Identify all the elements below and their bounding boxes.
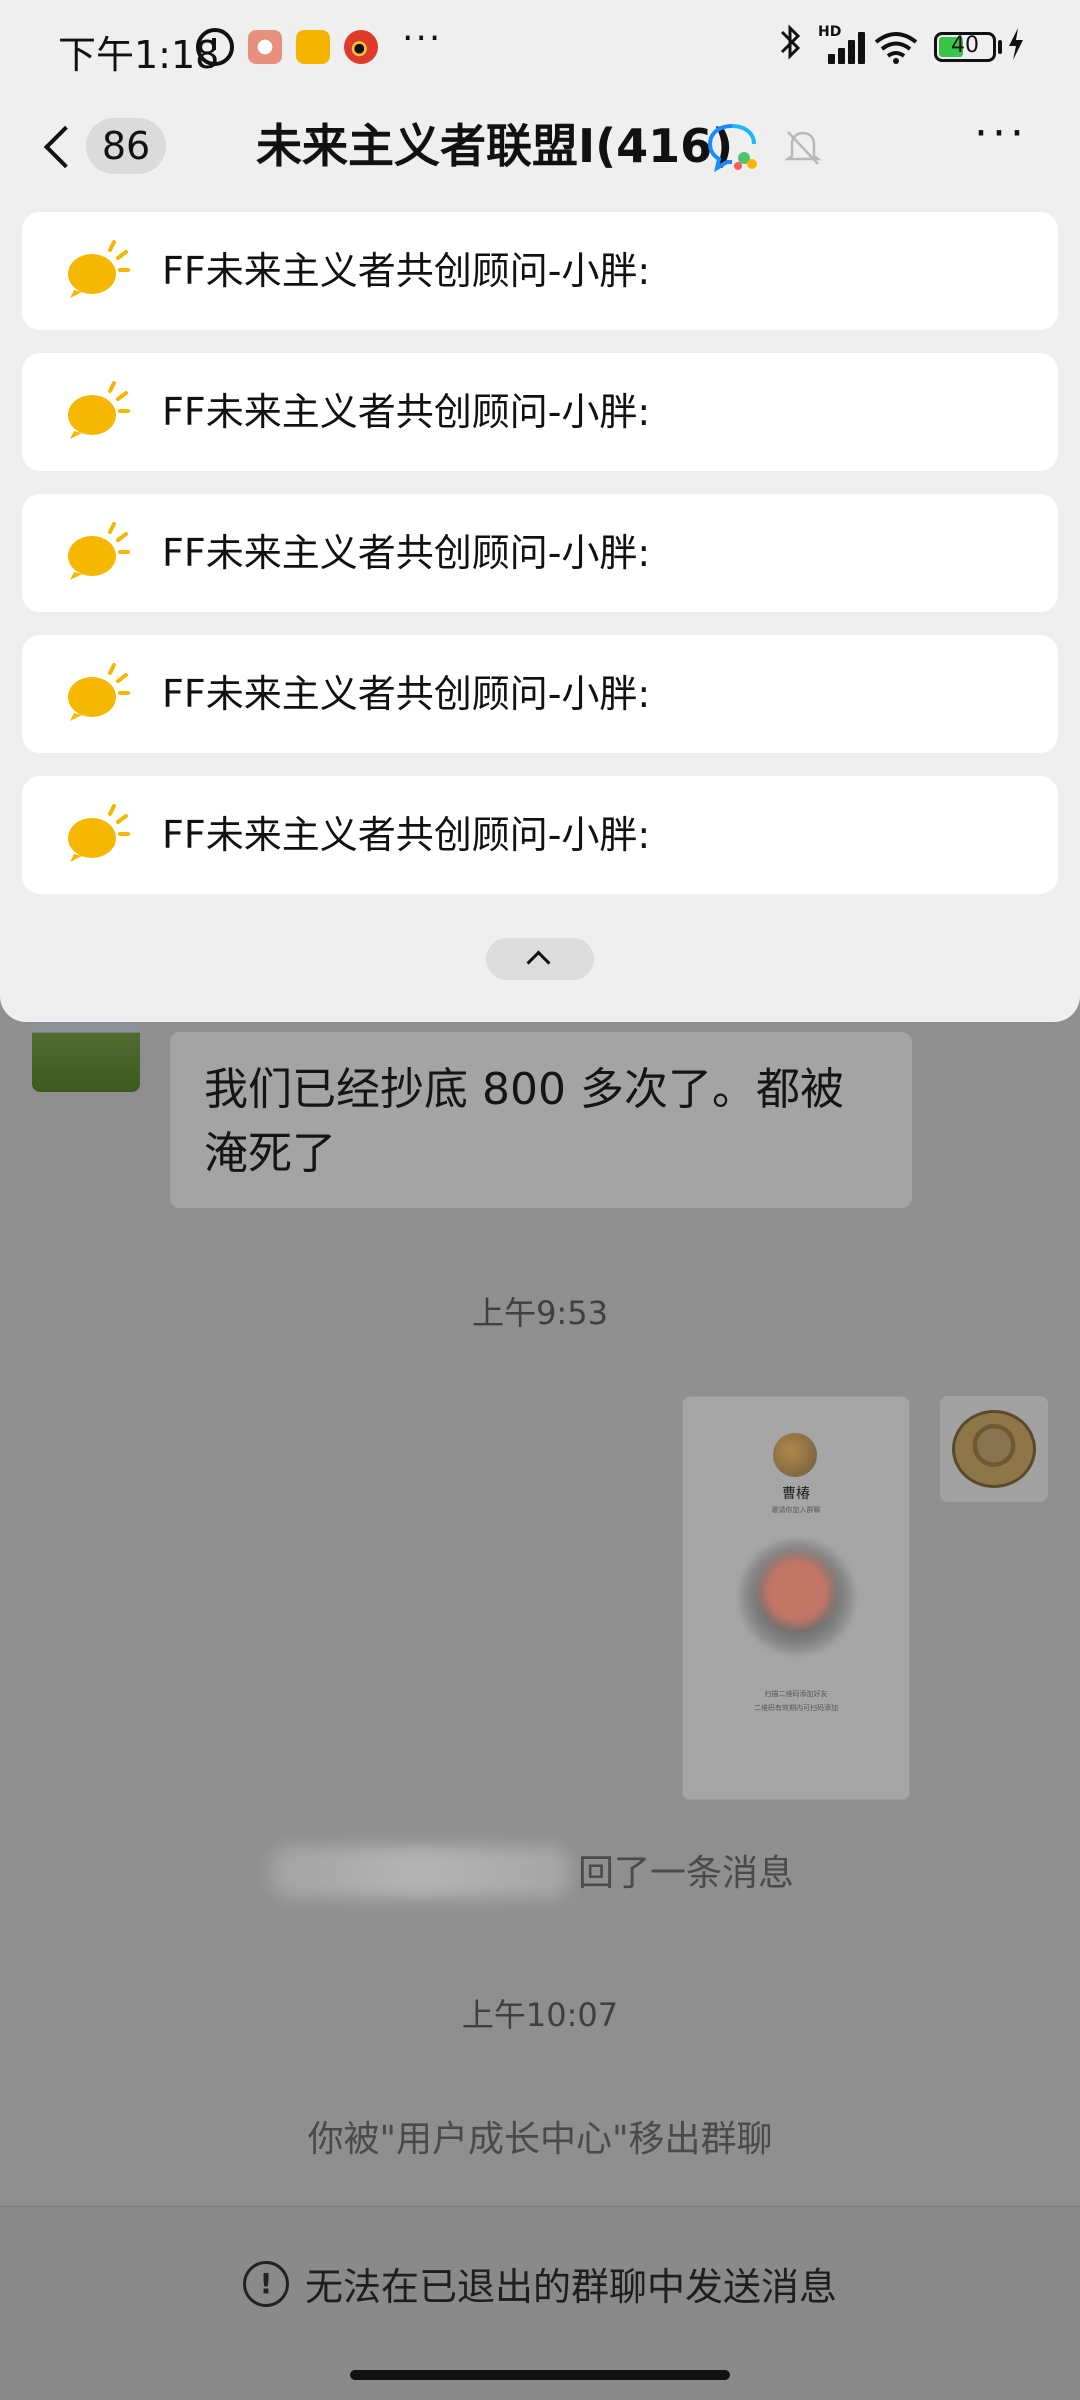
status-time: 下午1:18	[58, 33, 220, 77]
pinned-item[interactable]: FF未来主义者共创顾问-小胖:	[22, 635, 1058, 753]
coin-avatar-image	[952, 1410, 1036, 1488]
unread-count-badge[interactable]: 86	[86, 118, 166, 174]
timestamp: 上午9:53	[472, 1294, 608, 1332]
card-footer-note: 二维码有效期内可扫码添加	[754, 1704, 838, 1712]
pinned-item[interactable]: FF未来主义者共创顾问-小胖:	[22, 776, 1058, 894]
home-indicator[interactable]	[350, 2370, 730, 2380]
qr-code-image	[737, 1537, 857, 1657]
collapse-chevron-up-icon[interactable]	[486, 938, 594, 980]
input-disabled-bar: ! 无法在已退出的群聊中发送消息	[0, 2206, 1080, 2360]
app-icon	[296, 30, 330, 64]
announcement-icon	[64, 663, 130, 723]
blurred-username	[270, 1846, 570, 1898]
bluetooth-icon	[780, 22, 802, 62]
pinned-text: FF未来主义者共创顾问-小胖:	[162, 672, 651, 716]
card-footer: 扫描二维码添加好友	[764, 1690, 828, 1698]
pinned-item[interactable]: FF未来主义者共创顾问-小胖:	[22, 494, 1058, 612]
gesture-area	[0, 2360, 1080, 2400]
text-message-content: 我们已经抄底 800 多次了。都被淹死了	[204, 1064, 844, 1179]
removed-notice: 你被"用户成长中心"移出群聊	[307, 2119, 773, 2160]
ai-assistant-icon[interactable]	[706, 120, 760, 174]
card-subtitle: 邀请你加入群聊	[771, 1506, 821, 1514]
announcement-icon	[64, 804, 130, 864]
more-notifications-icon: ···	[402, 18, 443, 59]
disabled-notice: 无法在已退出的群聊中发送消息	[304, 2265, 837, 2309]
chat-header: 86 未来主义者联盟I(416) ···	[0, 96, 1080, 196]
announcement-icon	[64, 381, 130, 441]
alarm-icon	[196, 28, 234, 66]
pinned-item[interactable]: FF未来主义者共创顾问-小胖:	[22, 212, 1058, 330]
card-name: 曹椿	[782, 1486, 810, 1502]
warning-icon: !	[242, 2260, 289, 2307]
charging-icon	[1006, 26, 1026, 71]
timestamp: 上午10:07	[461, 1996, 619, 2034]
pinned-text: FF未来主义者共创顾问-小胖:	[162, 813, 651, 857]
app-icon	[248, 30, 282, 64]
recall-notice: 回了一条消息	[578, 1853, 795, 1894]
card-avatar	[773, 1433, 817, 1477]
pinned-text: FF未来主义者共创顾问-小胖:	[162, 390, 651, 434]
status-bar: 下午1:18 ··· HD 40	[0, 0, 1080, 96]
wifi-icon	[874, 30, 918, 64]
pinned-item[interactable]: FF未来主义者共创顾问-小胖:	[22, 353, 1058, 471]
qr-card-message[interactable]: 曹椿 邀请你加入群聊 扫描二维码添加好友 二维码有效期内可扫码添加	[682, 1396, 910, 1800]
pinned-messages-panel: 下午1:18 ··· HD 40 86 未来主义者联盟I(416) ··· FF…	[0, 0, 1080, 1022]
back-button[interactable]	[40, 116, 80, 176]
more-menu-button[interactable]: ···	[974, 108, 1028, 159]
battery-icon: 40	[934, 32, 996, 62]
mute-bell-icon[interactable]	[782, 126, 824, 168]
announcement-icon	[64, 240, 130, 300]
pinned-text: FF未来主义者共创顾问-小胖:	[162, 531, 651, 575]
text-message-bubble[interactable]: 我们已经抄底 800 多次了。都被淹死了	[170, 1032, 912, 1208]
battery-cap	[998, 40, 1002, 54]
signal-icon	[818, 30, 865, 64]
pinned-text: FF未来主义者共创顾问-小胖:	[162, 249, 651, 293]
battery-level: 40	[951, 33, 979, 58]
announcement-icon	[64, 522, 130, 582]
my-avatar[interactable]	[940, 1396, 1048, 1502]
weibo-icon	[344, 30, 378, 64]
chat-title[interactable]: 未来主义者联盟I(416)	[256, 116, 733, 176]
pinned-list: FF未来主义者共创顾问-小胖: FF未来主义者共创顾问-小胖: FF未来主义者共…	[22, 212, 1058, 917]
